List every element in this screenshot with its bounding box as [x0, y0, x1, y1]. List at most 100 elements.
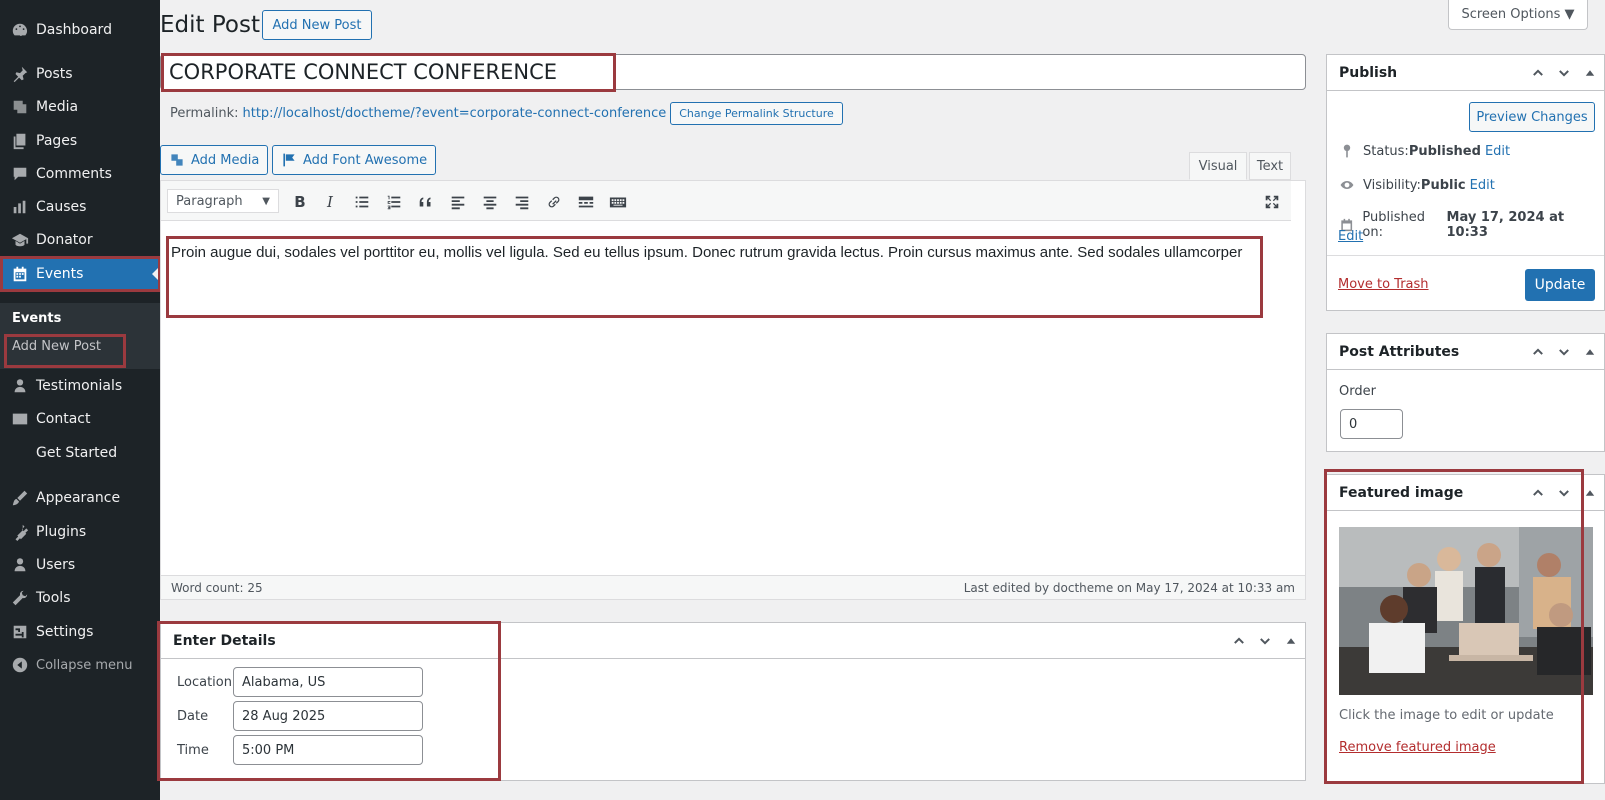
move-up-button[interactable] — [1530, 344, 1546, 360]
status-label: Status: — [1363, 143, 1409, 159]
numbered-list-button[interactable] — [383, 191, 405, 213]
toolbar-toggle-button[interactable] — [607, 191, 629, 213]
add-new-post-button[interactable]: Add New Post — [262, 10, 372, 40]
status-edit-link[interactable]: Edit — [1485, 144, 1510, 159]
link-icon — [548, 196, 560, 208]
person-icon — [10, 376, 30, 396]
toggle-panel-button[interactable] — [1283, 633, 1299, 649]
order-input[interactable]: 0 — [1340, 409, 1403, 439]
update-button[interactable]: Update — [1525, 269, 1595, 301]
sidebar-item-label: Users — [36, 557, 76, 573]
post-attributes-title: Post Attributes — [1339, 343, 1460, 360]
sidebar-item-get-started[interactable]: Get Started — [0, 436, 160, 470]
chevron-down-icon — [1559, 490, 1569, 497]
date-label: Date — [177, 708, 209, 724]
submenu-add-new-post[interactable]: Add New Post — [12, 339, 101, 354]
add-media-label: Add Media — [191, 152, 260, 168]
date-row: Date 28 Aug 2025 — [177, 701, 423, 731]
read-more-button[interactable] — [575, 191, 597, 213]
status-value: Published — [1408, 143, 1481, 159]
change-permalink-button[interactable]: Change Permalink Structure — [670, 102, 843, 125]
sidebar-item-comments[interactable]: Comments — [0, 157, 160, 191]
preview-changes-button[interactable]: Preview Changes — [1469, 102, 1595, 132]
eye-icon — [1340, 181, 1354, 189]
pin-icon — [10, 64, 30, 84]
add-font-awesome-button[interactable]: Add Font Awesome — [272, 145, 437, 175]
post-attributes-box: Post Attributes Order 0 — [1326, 333, 1605, 452]
published-on-edit-link[interactable]: Edit — [1338, 229, 1363, 244]
time-input[interactable]: 5:00 PM — [233, 735, 423, 765]
sidebar-item-label: Pages — [36, 133, 78, 149]
move-up-button[interactable] — [1530, 65, 1546, 81]
sidebar-item-causes[interactable]: Causes — [0, 190, 160, 224]
sidebar-item-plugins[interactable]: Plugins — [0, 515, 160, 549]
enter-details-title: Enter Details — [173, 632, 276, 649]
sidebar-item-donator[interactable]: Donator — [0, 223, 160, 257]
collapse-menu-label: Collapse menu — [36, 657, 133, 673]
time-row: Time 5:00 PM — [177, 735, 423, 765]
editor-content[interactable]: Proin augue dui, sodales vel porttitor e… — [171, 241, 1251, 265]
bullet-list-button[interactable] — [351, 191, 373, 213]
toggle-panel-button[interactable] — [1582, 485, 1598, 501]
pin-icon — [1343, 144, 1351, 158]
sidebar-item-pages[interactable]: Pages — [0, 124, 160, 158]
tab-text[interactable]: Text — [1249, 152, 1291, 180]
triangle-up-icon — [1585, 349, 1595, 355]
visibility-edit-link[interactable]: Edit — [1470, 178, 1495, 193]
sidebar-item-users[interactable]: Users — [0, 548, 160, 582]
add-media-button[interactable]: Add Media — [160, 145, 269, 175]
tab-visual[interactable]: Visual — [1189, 152, 1247, 180]
align-right-icon — [515, 196, 529, 210]
location-row: Location Alabama, US — [177, 667, 423, 697]
sidebar-item-label: Tools — [36, 590, 71, 606]
blockquote-button[interactable] — [415, 191, 437, 213]
collapse-menu-button[interactable]: Collapse menu — [0, 652, 160, 678]
collapse-icon — [10, 655, 30, 675]
chevron-up-icon — [1533, 489, 1543, 496]
move-down-button[interactable] — [1257, 633, 1273, 649]
screen-options-button[interactable]: Screen Options ▼ — [1448, 0, 1588, 30]
featured-image-thumbnail[interactable] — [1339, 527, 1593, 695]
post-attributes-header: Post Attributes — [1327, 334, 1604, 370]
insert-link-button[interactable] — [543, 191, 565, 213]
sidebar-item-testimonials[interactable]: Testimonials — [0, 369, 160, 403]
submenu-title[interactable]: Events — [12, 311, 61, 326]
remove-featured-image-link[interactable]: Remove featured image — [1339, 740, 1496, 755]
media-icon — [10, 97, 30, 117]
align-left-button[interactable] — [447, 191, 469, 213]
format-select[interactable]: Paragraph ▼ — [167, 189, 279, 213]
permalink-row: Permalink: http://localhost/doctheme/?ev… — [170, 102, 843, 125]
sidebar-item-settings[interactable]: Settings — [0, 615, 160, 649]
sidebar-item-events[interactable]: Events — [0, 257, 160, 291]
post-title-input[interactable]: CORPORATE CONNECT CONFERENCE — [160, 54, 1306, 90]
fullscreen-button[interactable] — [1261, 191, 1283, 213]
move-up-button[interactable] — [1530, 485, 1546, 501]
numbered-list-icon — [387, 195, 401, 210]
toggle-panel-button[interactable] — [1582, 65, 1598, 81]
align-right-button[interactable] — [511, 191, 533, 213]
publish-box: Publish Preview Changes Status: Publishe… — [1326, 54, 1605, 311]
location-input[interactable]: Alabama, US — [233, 667, 423, 697]
chevron-down-icon — [1559, 70, 1569, 77]
sidebar-item-label: Settings — [36, 624, 94, 640]
sidebar-item-contact[interactable]: Contact — [0, 402, 160, 436]
sidebar-item-tools[interactable]: Tools — [0, 581, 160, 615]
move-up-button[interactable] — [1231, 633, 1247, 649]
triangle-up-icon — [1585, 490, 1595, 496]
sidebar-item-dashboard[interactable]: Dashboard — [0, 13, 160, 47]
move-down-button[interactable] — [1556, 65, 1572, 81]
permalink-link[interactable]: http://localhost/doctheme/?event=corpora… — [243, 106, 667, 121]
sidebar-item-appearance[interactable]: Appearance — [0, 481, 160, 515]
sidebar-item-media[interactable]: Media — [0, 90, 160, 124]
move-down-button[interactable] — [1556, 344, 1572, 360]
move-to-trash-link[interactable]: Move to Trash — [1338, 277, 1429, 292]
bold-button[interactable]: B — [289, 191, 311, 213]
move-down-button[interactable] — [1556, 485, 1572, 501]
italic-button[interactable]: I — [319, 191, 341, 213]
sidebar-item-label: Appearance — [36, 490, 121, 506]
settings-icon — [10, 622, 30, 642]
date-input[interactable]: 28 Aug 2025 — [233, 701, 423, 731]
align-center-button[interactable] — [479, 191, 501, 213]
toggle-panel-button[interactable] — [1582, 344, 1598, 360]
sidebar-item-posts[interactable]: Posts — [0, 57, 160, 91]
